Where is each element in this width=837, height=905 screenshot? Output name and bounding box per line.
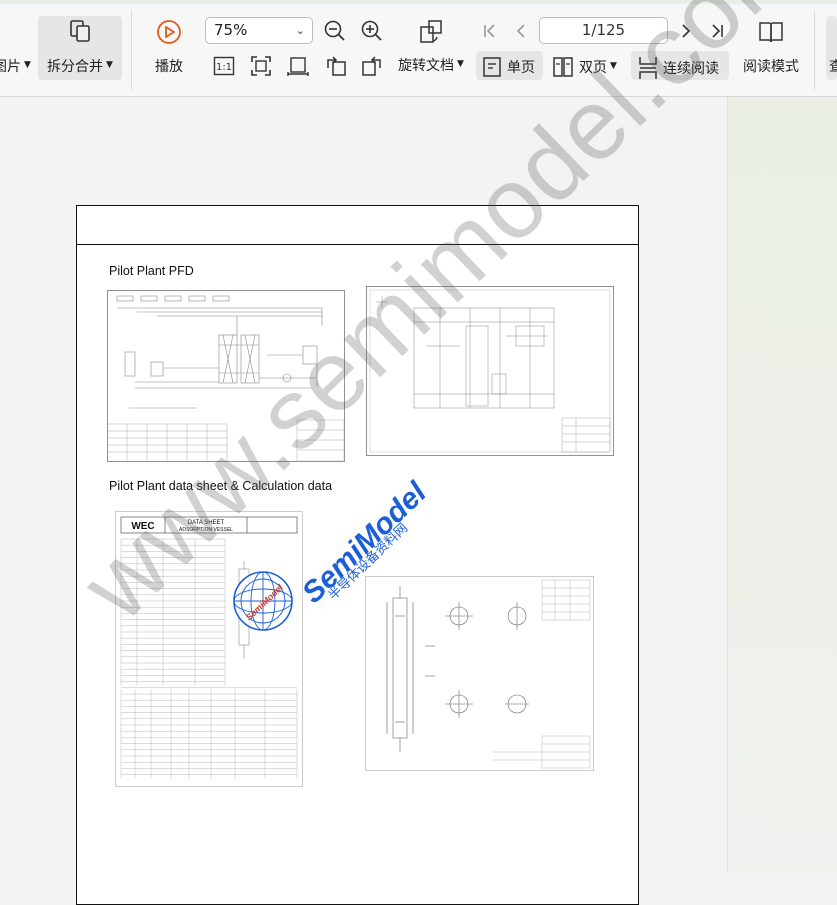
play-label: 播放 <box>155 59 183 75</box>
cut-off-tool-label: 查 <box>829 59 837 75</box>
svg-text:1:1: 1:1 <box>216 62 232 73</box>
cut-off-tool-button[interactable]: 查 <box>829 56 837 76</box>
split-merge-icon <box>70 20 90 42</box>
semimodel-seal-icon: SemiModel <box>233 571 293 631</box>
vessel-drawing <box>365 576 594 771</box>
fit-page-icon[interactable] <box>250 55 272 77</box>
toolbar-divider <box>131 10 132 90</box>
image-menu-button[interactable]: 图片▼ <box>0 56 31 76</box>
right-side-panel <box>727 97 837 871</box>
split-merge-button[interactable]: 拆分合并 ▼ <box>38 18 122 76</box>
single-page-icon <box>483 57 501 77</box>
zoom-select[interactable]: 75% ⌄ <box>205 17 313 44</box>
rotate-right-icon[interactable] <box>360 54 384 78</box>
actual-size-icon[interactable]: 1:1 <box>213 56 235 76</box>
play-button[interactable]: 播放 <box>148 19 190 76</box>
chevron-down-icon: ▼ <box>457 59 464 69</box>
play-icon <box>157 20 181 44</box>
first-page-icon[interactable] <box>480 21 500 41</box>
single-page-button[interactable]: 单页 <box>482 56 535 78</box>
chevron-down-icon: ⌄ <box>295 24 305 37</box>
previous-page-icon[interactable] <box>511 21 531 41</box>
reading-mode-label: 阅读模式 <box>743 59 799 75</box>
image-menu-label: 图片 <box>0 59 21 75</box>
zoom-out-icon[interactable] <box>323 19 347 43</box>
rotate-document-label: 旋转文档 <box>398 58 455 74</box>
chevron-down-icon: ▼ <box>24 60 31 70</box>
single-page-label: 单页 <box>507 60 535 76</box>
split-merge-label: 拆分合并 <box>47 59 104 75</box>
rotate-document-icon <box>420 20 442 43</box>
fit-width-icon[interactable] <box>287 55 309 77</box>
rotate-document-button[interactable]: 旋转文档 ▼ <box>392 18 470 75</box>
section-title-pfd: Pilot Plant PFD <box>109 264 194 278</box>
chevron-down-icon: ▼ <box>106 60 113 70</box>
zoom-in-icon[interactable] <box>360 19 384 43</box>
rotate-left-icon[interactable] <box>324 54 348 78</box>
toolbar-divider <box>814 10 815 90</box>
zoom-value: 75% <box>214 21 248 39</box>
